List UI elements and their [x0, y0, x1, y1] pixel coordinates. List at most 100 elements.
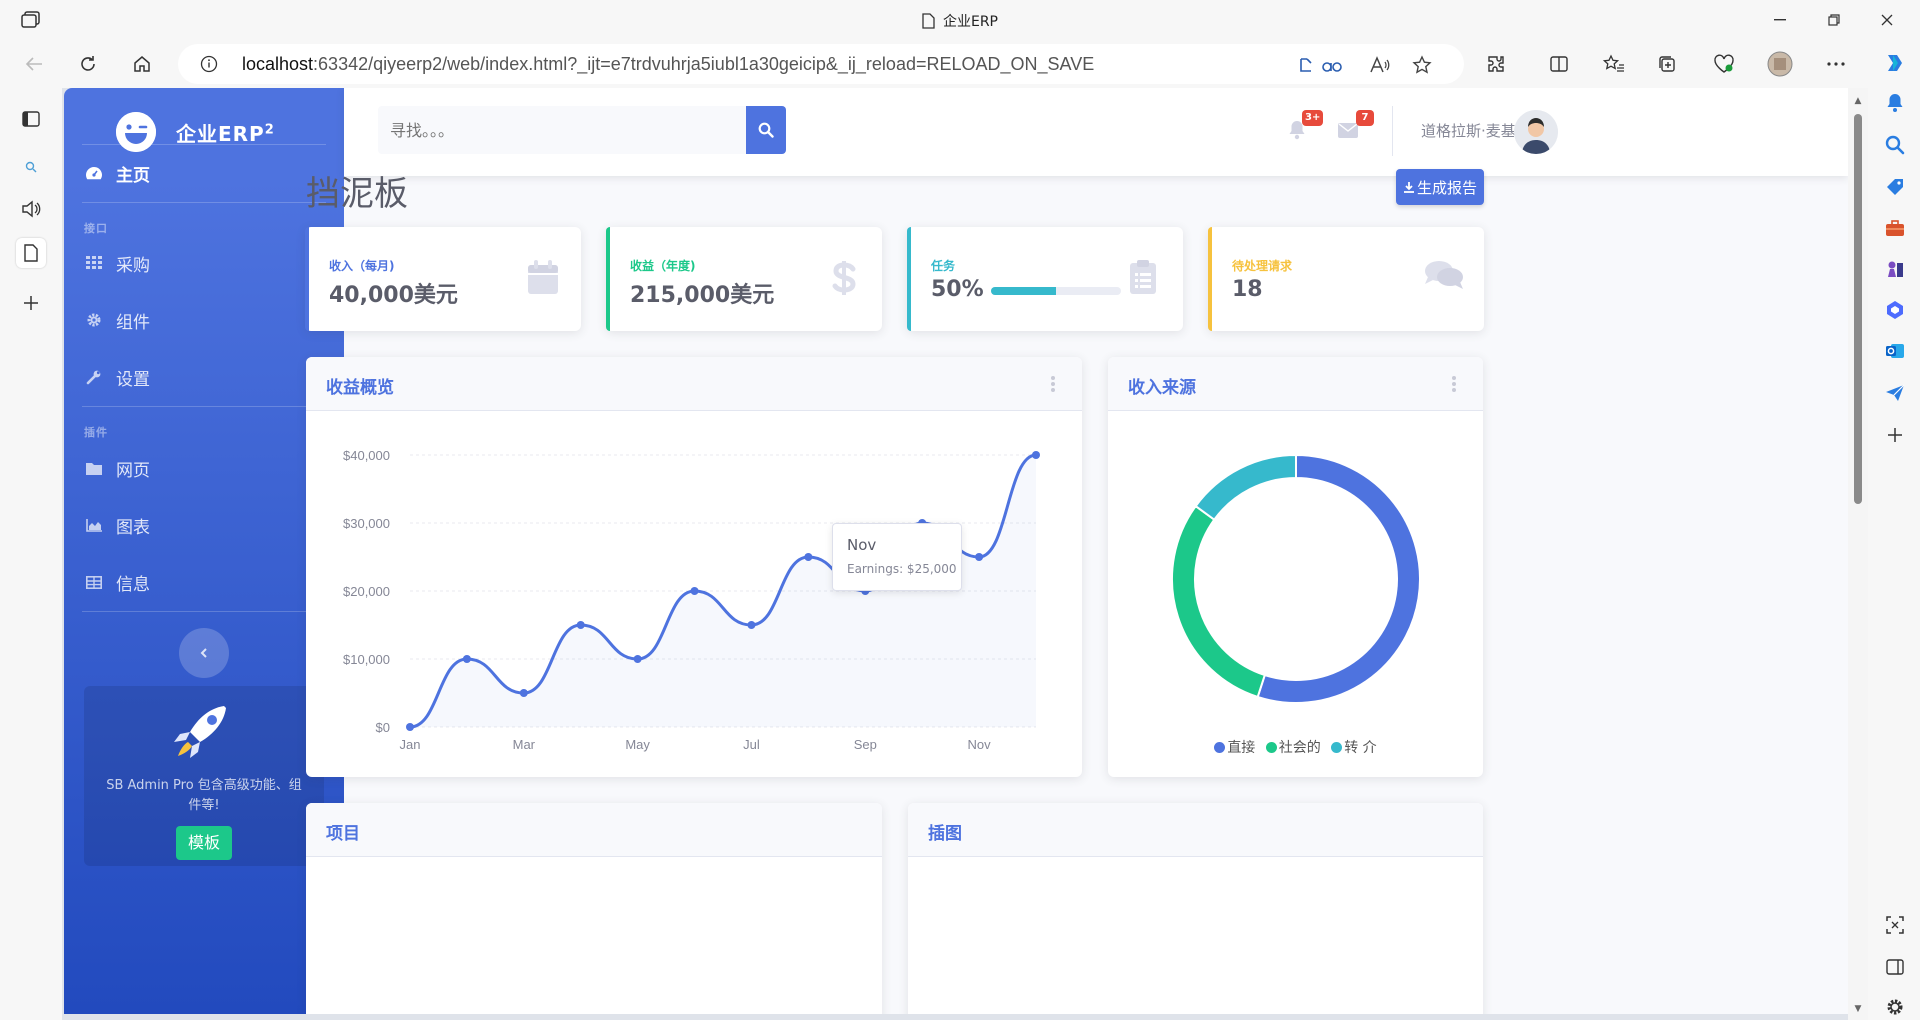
sidebar-item-settings[interactable]: 设置 [64, 349, 344, 405]
minimize-button[interactable] [1766, 8, 1794, 32]
tasks-progress-bar [991, 287, 1121, 295]
refresh-button[interactable] [72, 50, 104, 78]
read-aloud-icon[interactable] [1368, 54, 1392, 76]
screenshot-icon[interactable] [1882, 912, 1908, 938]
profile-avatar-icon[interactable] [1766, 50, 1794, 78]
site-info-icon[interactable] [200, 55, 218, 77]
avatar[interactable] [1514, 110, 1558, 154]
scroll-down-arrow[interactable]: ▼ [1853, 1004, 1863, 1014]
sidebar-item-info[interactable]: 信息 [64, 554, 344, 610]
outlook-icon[interactable] [1882, 338, 1908, 364]
data-point[interactable] [576, 621, 585, 629]
data-point[interactable] [406, 723, 414, 731]
sidebar-item-charts[interactable]: 图表 [64, 497, 344, 553]
data-point[interactable] [690, 587, 699, 595]
stat-label: 任务 [931, 259, 956, 273]
scrollbar-thumb[interactable] [1854, 114, 1862, 504]
upgrade-template-button[interactable]: 模板 [176, 826, 232, 860]
search-input[interactable] [378, 106, 746, 154]
current-tab-icon[interactable] [16, 238, 46, 268]
new-tab-icon[interactable] [16, 288, 46, 318]
tools-briefcase-icon[interactable] [1882, 215, 1908, 241]
settings-gear-icon[interactable] [1882, 994, 1908, 1020]
rocket-icon [166, 700, 242, 768]
stat-value: 40,000美元 [329, 283, 458, 308]
sidebar-panel-icon[interactable] [1882, 954, 1908, 980]
add-sidebar-app-icon[interactable] [1882, 422, 1908, 448]
tooltip-title: Nov [847, 536, 877, 554]
vertical-tabs-icon[interactable] [16, 104, 46, 134]
card-header: 插图 [908, 803, 1483, 857]
more-options-icon[interactable] [1822, 50, 1850, 78]
download-icon [1403, 181, 1414, 193]
collections-icon[interactable] [1653, 50, 1681, 78]
url-path: :63342/qiyeerp2/web/index.html?_ijt=e7tr… [313, 54, 1095, 74]
data-point[interactable] [747, 621, 756, 629]
sidebar-item-purchase[interactable]: 采购 [64, 235, 344, 291]
wrench-icon [84, 368, 104, 386]
page-scrollbar[interactable]: ▲ ▼ [1848, 88, 1868, 1020]
legend-item: 社会的 [1265, 737, 1321, 757]
page-title: 挡泥板 [306, 174, 408, 214]
sidebar-toggle-button[interactable] [179, 628, 229, 678]
back-button[interactable] [18, 50, 50, 78]
card-accent [1208, 227, 1212, 331]
data-point[interactable] [975, 553, 984, 561]
extensions-icon[interactable] [1482, 50, 1510, 78]
translate-icon[interactable] [1320, 54, 1344, 76]
dashboard-icon [84, 164, 104, 182]
search-sidebar-icon[interactable] [1882, 132, 1908, 158]
donut-slice[interactable] [1256, 453, 1421, 704]
sidebar-item-pages[interactable]: 网页 [64, 440, 344, 496]
favorite-star-icon[interactable] [1410, 54, 1434, 76]
card-title: 收入来源 [1128, 378, 1196, 398]
page-viewport: 企业ERP2 主页 接口 采购 组件 设置 插件 网页 图表 信息 SB Adm… [64, 88, 1848, 1014]
data-point[interactable] [633, 655, 642, 663]
dollar-icon [828, 259, 862, 297]
document-icon [922, 13, 935, 33]
card-title: 插图 [928, 824, 962, 844]
scroll-up-arrow[interactable]: ▲ [1853, 96, 1863, 106]
data-point[interactable] [804, 553, 813, 561]
send-drop-icon[interactable] [1882, 380, 1908, 406]
more-vertical-icon[interactable] [1050, 375, 1056, 393]
home-button[interactable] [126, 50, 158, 78]
more-vertical-icon[interactable] [1451, 375, 1457, 393]
search-button[interactable] [746, 106, 786, 154]
x-tick-label: Mar [513, 737, 536, 752]
messages-button[interactable]: 7 [1338, 110, 1374, 146]
card-header: 收益概览 [306, 357, 1082, 411]
reading-view-icon[interactable] [1294, 54, 1318, 76]
data-point[interactable] [1032, 451, 1040, 459]
donut-slice[interactable] [1194, 453, 1297, 522]
shopping-tag-icon[interactable] [1882, 174, 1908, 200]
envelope-icon [1338, 123, 1358, 138]
browser-essentials-icon[interactable] [1710, 50, 1738, 78]
split-screen-icon[interactable] [1545, 50, 1573, 78]
microsoft-365-icon[interactable] [1882, 297, 1908, 323]
notification-bell-icon[interactable] [1882, 90, 1908, 116]
address-bar[interactable]: localhost:63342/qiyeerp2/web/index.html?… [178, 44, 1464, 84]
sidebar-item-home[interactable]: 主页 [64, 145, 344, 201]
generate-report-button[interactable]: 生成报告 [1396, 169, 1484, 205]
close-window-button[interactable] [1873, 8, 1901, 32]
user-name[interactable]: 道格拉斯·麦基 [1421, 120, 1516, 141]
copilot-icon[interactable] [1882, 50, 1908, 76]
search-icon [758, 122, 774, 138]
search-tab-icon[interactable] [16, 152, 46, 182]
url-text[interactable]: localhost:63342/qiyeerp2/web/index.html?… [242, 54, 1094, 75]
games-chess-icon[interactable] [1882, 256, 1908, 282]
chart-legend: 直接 社会的 转 介 [1108, 737, 1483, 757]
data-point[interactable] [462, 655, 471, 663]
restore-button[interactable] [1820, 8, 1848, 32]
audio-tab-icon[interactable] [16, 194, 46, 224]
favorites-icon[interactable] [1600, 50, 1628, 78]
data-point[interactable] [519, 689, 528, 697]
donut-slice[interactable] [1171, 504, 1267, 699]
earnings-overview-card: 收益概览 $0 $10,000 $20,000 $30,000 $40,000 Jan Ma… [306, 357, 1082, 777]
sidebar-item-components[interactable]: 组件 [64, 292, 344, 348]
browser-titlebar: 企业ERP [0, 0, 1920, 40]
stat-card-monthly-earnings: 收入（每月) 40,000美元 [305, 227, 581, 331]
alerts-button[interactable]: 3+ [1286, 110, 1324, 146]
tooltip-body: Earnings: $25,000 [847, 562, 957, 576]
